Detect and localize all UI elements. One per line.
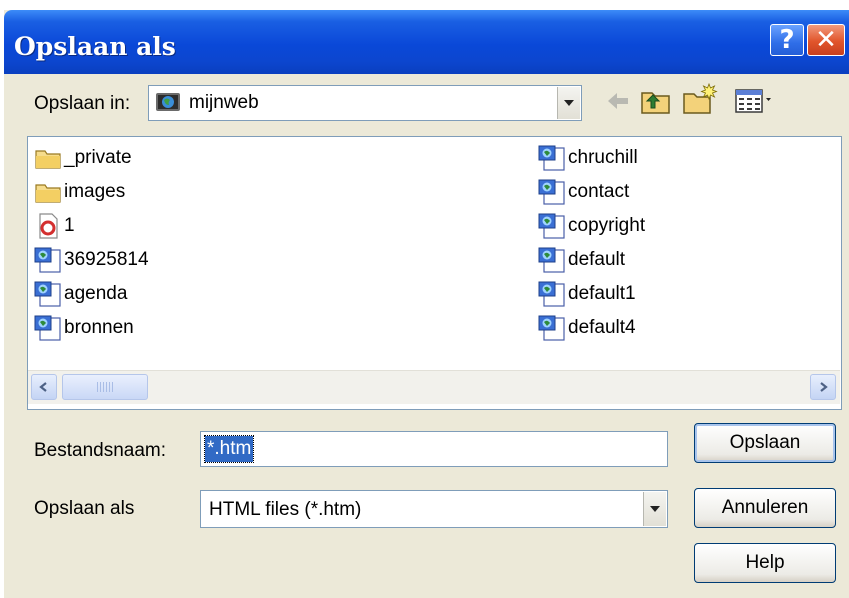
file-item-label: images	[64, 181, 126, 202]
filetype-dropdown-button[interactable]	[643, 492, 666, 526]
chevron-right-icon	[820, 382, 828, 392]
save-as-dialog: Opslaan als ? ✕ Opslaan in: mijnweb _pri…	[0, 0, 849, 598]
file-item-default1[interactable]: default1	[538, 279, 636, 309]
help-button-label: Help	[745, 552, 785, 573]
save-in-dropdown[interactable]: mijnweb	[148, 85, 582, 121]
file-item-contact[interactable]: contact	[538, 177, 629, 207]
view-menu-icon[interactable]	[734, 87, 782, 120]
web-page-icon	[538, 315, 566, 341]
file-item-36925814[interactable]: 36925814	[34, 245, 149, 275]
close-icon: ✕	[815, 25, 837, 55]
web-page-icon	[34, 247, 62, 273]
chevron-down-icon	[650, 506, 660, 512]
file-item-1[interactable]: 1	[34, 211, 75, 241]
file-item-label: chruchill	[568, 147, 638, 168]
new-folder-icon[interactable]	[682, 82, 718, 121]
cancel-button[interactable]: Annuleren	[694, 488, 836, 528]
file-item-label: agenda	[64, 283, 128, 304]
dialog-title: Opslaan als	[14, 32, 176, 61]
web-page-icon	[538, 179, 566, 205]
file-item-label: default	[568, 249, 626, 270]
network-folder-icon	[155, 91, 181, 118]
filetype-dropdown[interactable]: HTML files (*.htm)	[200, 490, 668, 528]
save-button-label: Opslaan	[729, 432, 801, 453]
up-folder-icon[interactable]	[640, 86, 672, 121]
file-item-chruchill[interactable]: chruchill	[538, 143, 638, 173]
web-page-icon	[538, 281, 566, 307]
grip-icon	[97, 382, 113, 392]
save-in-dropdown-button[interactable]	[557, 87, 580, 119]
save-in-label: Opslaan in:	[34, 93, 131, 114]
file-item-label: default4	[568, 317, 636, 338]
scroll-right-button[interactable]	[810, 374, 836, 400]
chevron-left-icon	[39, 382, 47, 392]
scroll-left-button[interactable]	[31, 374, 57, 400]
filename-label: Bestandsnaam:	[34, 440, 167, 461]
filename-value: *.htm	[203, 435, 255, 463]
file-item-private[interactable]: _private	[34, 143, 132, 173]
folder-icon	[34, 179, 62, 205]
web-page-icon	[34, 315, 62, 341]
web-page-icon	[34, 281, 62, 307]
file-item-default4[interactable]: default4	[538, 313, 636, 343]
save-button[interactable]: Opslaan	[694, 423, 836, 463]
file-list[interactable]: _private images 1 36925814 agenda bronne…	[27, 136, 842, 410]
web-page-icon	[538, 145, 566, 171]
file-item-images[interactable]: images	[34, 177, 125, 207]
scroll-thumb[interactable]	[62, 374, 148, 400]
file-item-agenda[interactable]: agenda	[34, 279, 127, 309]
close-button[interactable]: ✕	[807, 24, 845, 56]
back-arrow-icon[interactable]	[604, 87, 632, 120]
file-item-label: 1	[64, 215, 75, 236]
help-button[interactable]: Help	[694, 543, 836, 583]
file-item-label: contact	[568, 181, 630, 202]
web-page-icon	[538, 213, 566, 239]
file-item-label: _private	[64, 147, 132, 168]
help-title-button[interactable]: ?	[770, 24, 804, 56]
title-bar[interactable]: Opslaan als ? ✕	[4, 10, 849, 74]
file-item-label: copyright	[568, 215, 646, 236]
screen-edge	[0, 0, 849, 10]
filename-input[interactable]: *.htm	[200, 431, 668, 467]
file-item-label: bronnen	[64, 317, 134, 338]
chevron-down-icon	[564, 100, 574, 106]
file-item-label: default1	[568, 283, 636, 304]
file-item-copyright[interactable]: copyright	[538, 211, 645, 241]
screen-edge-left	[0, 0, 4, 598]
cancel-button-label: Annuleren	[721, 497, 809, 518]
folder-icon	[34, 145, 62, 171]
file-item-bronnen[interactable]: bronnen	[34, 313, 134, 343]
file-item-label: 36925814	[64, 249, 149, 270]
web-page-icon	[538, 247, 566, 273]
horizontal-scrollbar[interactable]	[28, 370, 840, 404]
save-in-value: mijnweb	[189, 92, 259, 113]
question-icon: ?	[779, 25, 795, 55]
filetype-label: Opslaan als	[34, 498, 135, 519]
filetype-value: HTML files (*.htm)	[209, 499, 362, 520]
file-item-default[interactable]: default	[538, 245, 625, 275]
opera-file-icon	[34, 213, 62, 239]
